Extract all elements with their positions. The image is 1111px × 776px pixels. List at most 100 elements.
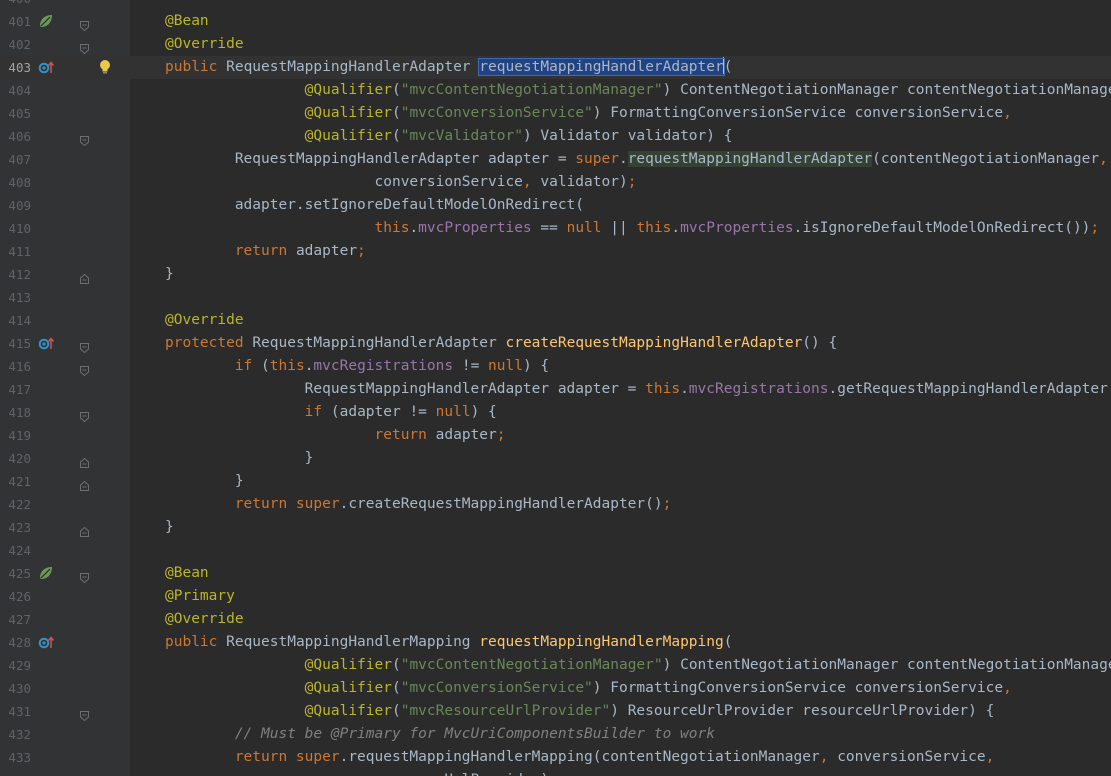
code-line[interactable]: 425 @Bean (0, 562, 1111, 585)
line-number[interactable]: 403 (0, 56, 31, 79)
code-line[interactable]: 423} (0, 516, 1111, 539)
line-number[interactable]: 416 (0, 355, 31, 378)
code-line[interactable]: 400 (0, 0, 1111, 10)
fold-close-icon[interactable] (80, 476, 89, 491)
code-text[interactable]: return super.requestMappingHandlerMappin… (200, 746, 995, 769)
code-text[interactable]: @Qualifier("mvcResourceUrlProvider") Res… (235, 700, 995, 723)
line-number[interactable]: 427 (0, 608, 31, 631)
line-number[interactable]: 413 (0, 286, 31, 309)
code-text[interactable]: return adapter; (270, 424, 506, 447)
line-number[interactable]: 412 (0, 263, 31, 286)
code-text[interactable]: } (165, 263, 174, 286)
line-number[interactable]: 421 (0, 470, 31, 493)
line-number[interactable]: 411 (0, 240, 31, 263)
code-line[interactable]: 402 @Override (0, 33, 1111, 56)
fold-close-icon[interactable] (80, 453, 89, 468)
intention-bulb-icon[interactable] (98, 56, 114, 79)
code-line[interactable]: 407 RequestMappingHandlerAdapter adapter… (0, 148, 1111, 171)
line-number[interactable]: 415 (0, 332, 31, 355)
code-text[interactable]: RequestMappingHandlerAdapter adapter = s… (200, 148, 1108, 171)
code-text[interactable]: return super.createRequestMappingHandler… (200, 493, 672, 516)
code-line[interactable]: 422 return super.createRequestMappingHan… (0, 493, 1111, 516)
line-number[interactable]: 423 (0, 516, 31, 539)
code-line[interactable]: 409 adapter.setIgnoreDefaultModelOnRedir… (0, 194, 1111, 217)
line-number[interactable]: 428 (0, 631, 31, 654)
line-number[interactable]: 418 (0, 401, 31, 424)
code-text[interactable]: @Override (165, 309, 244, 332)
code-text[interactable]: } (235, 447, 314, 470)
fold-open-icon[interactable] (80, 338, 89, 354)
code-text[interactable]: public RequestMappingHandlerAdapter requ… (165, 56, 732, 79)
line-number[interactable]: 408 (0, 171, 31, 194)
fold-open-icon[interactable] (80, 361, 89, 377)
fold-open-icon[interactable] (80, 39, 89, 55)
line-number[interactable]: 410 (0, 217, 31, 240)
override-up-icon[interactable] (38, 56, 58, 79)
bean-icon[interactable] (38, 562, 58, 585)
code-line[interactable]: 403 public RequestMappingHandlerAdapter r… (0, 56, 1111, 79)
code-line[interactable]: 410 this.mvcProperties == null || this.m… (0, 217, 1111, 240)
code-line[interactable]: 420 } (0, 447, 1111, 470)
line-number[interactable]: 431 (0, 700, 31, 723)
code-text[interactable]: return adapter; (200, 240, 366, 263)
code-line[interactable]: 405 @Qualifier("mvcConversionService") F… (0, 102, 1111, 125)
code-text[interactable]: resourceUrlProvider); (270, 769, 558, 776)
code-line[interactable]: 413 (0, 286, 1111, 309)
line-number[interactable]: 417 (0, 378, 31, 401)
code-line[interactable]: 431 @Qualifier("mvcResourceUrlProvider")… (0, 700, 1111, 723)
code-line[interactable]: 433 return super.requestMappingHandlerMa… (0, 746, 1111, 769)
line-number[interactable]: 429 (0, 654, 31, 677)
line-number[interactable]: 414 (0, 309, 31, 332)
code-line[interactable]: 426 @Primary (0, 585, 1111, 608)
code-line[interactable]: 417 RequestMappingHandlerAdapter adapter… (0, 378, 1111, 401)
override-up-icon[interactable] (38, 332, 58, 355)
bean-icon[interactable] (38, 10, 58, 33)
code-text[interactable]: @Bean (165, 10, 209, 33)
line-number[interactable]: 405 (0, 102, 31, 125)
code-line[interactable]: 416 if (this.mvcRegistrations != null) { (0, 355, 1111, 378)
line-number[interactable]: 434 (0, 769, 31, 776)
code-text[interactable]: @Qualifier("mvcConversionService") Forma… (235, 102, 1012, 125)
line-number[interactable]: 406 (0, 125, 31, 148)
code-text[interactable]: @Override (165, 608, 244, 631)
code-text[interactable]: RequestMappingHandlerAdapter adapter = t… (235, 378, 1111, 401)
code-text[interactable]: @Qualifier("mvcValidator") Validator val… (235, 125, 733, 148)
line-number[interactable]: 433 (0, 746, 31, 769)
code-line[interactable]: 406 @Qualifier("mvcValidator") Validator… (0, 125, 1111, 148)
fold-open-icon[interactable] (80, 407, 89, 423)
code-line[interactable]: 434 resourceUrlProvider); (0, 769, 1111, 776)
code-line[interactable]: 424 (0, 539, 1111, 562)
code-text[interactable]: @Override (165, 33, 244, 56)
line-number[interactable]: 420 (0, 447, 31, 470)
code-line[interactable]: 430 @Qualifier("mvcConversionService") F… (0, 677, 1111, 700)
fold-close-icon[interactable] (80, 522, 89, 537)
line-number[interactable]: 404 (0, 79, 31, 102)
code-line[interactable]: 404 @Qualifier("mvcContentNegotiationMan… (0, 79, 1111, 102)
code-line[interactable]: 401 @Bean (0, 10, 1111, 33)
line-number[interactable]: 422 (0, 493, 31, 516)
line-number[interactable]: 419 (0, 424, 31, 447)
line-number[interactable]: 425 (0, 562, 31, 585)
fold-open-icon[interactable] (80, 706, 89, 722)
line-number[interactable]: 400 (0, 0, 31, 10)
code-line[interactable]: 432 // Must be @Primary for MvcUriCompon… (0, 723, 1111, 746)
code-text[interactable]: if (adapter != null) { (235, 401, 497, 424)
code-text[interactable]: @Qualifier("mvcConversionService") Forma… (235, 677, 1012, 700)
code-line[interactable]: 428 public RequestMappingHandlerMapping r… (0, 631, 1111, 654)
code-lines[interactable]: 400401 @Bean 402 @Override 403 public Request… (0, 0, 1111, 776)
fold-open-icon[interactable] (80, 16, 89, 32)
code-text[interactable]: @Qualifier("mvcContentNegotiationManager… (235, 654, 1111, 677)
code-text[interactable]: } (165, 516, 174, 539)
line-number[interactable]: 424 (0, 539, 31, 562)
code-line[interactable]: 414 @Override (0, 309, 1111, 332)
code-line[interactable]: 411 return adapter; (0, 240, 1111, 263)
code-line[interactable]: 429 @Qualifier("mvcContentNegotiationMan… (0, 654, 1111, 677)
code-text[interactable]: @Primary (165, 585, 235, 608)
code-line[interactable]: 408 conversionService, validator); (0, 171, 1111, 194)
code-text[interactable]: this.mvcProperties == null || this.mvcPr… (270, 217, 1100, 240)
line-number[interactable]: 407 (0, 148, 31, 171)
code-text[interactable]: protected RequestMappingHandlerAdapter c… (165, 332, 837, 355)
line-number[interactable]: 401 (0, 10, 31, 33)
code-line[interactable]: 418 if (adapter != null) { (0, 401, 1111, 424)
line-number[interactable]: 426 (0, 585, 31, 608)
